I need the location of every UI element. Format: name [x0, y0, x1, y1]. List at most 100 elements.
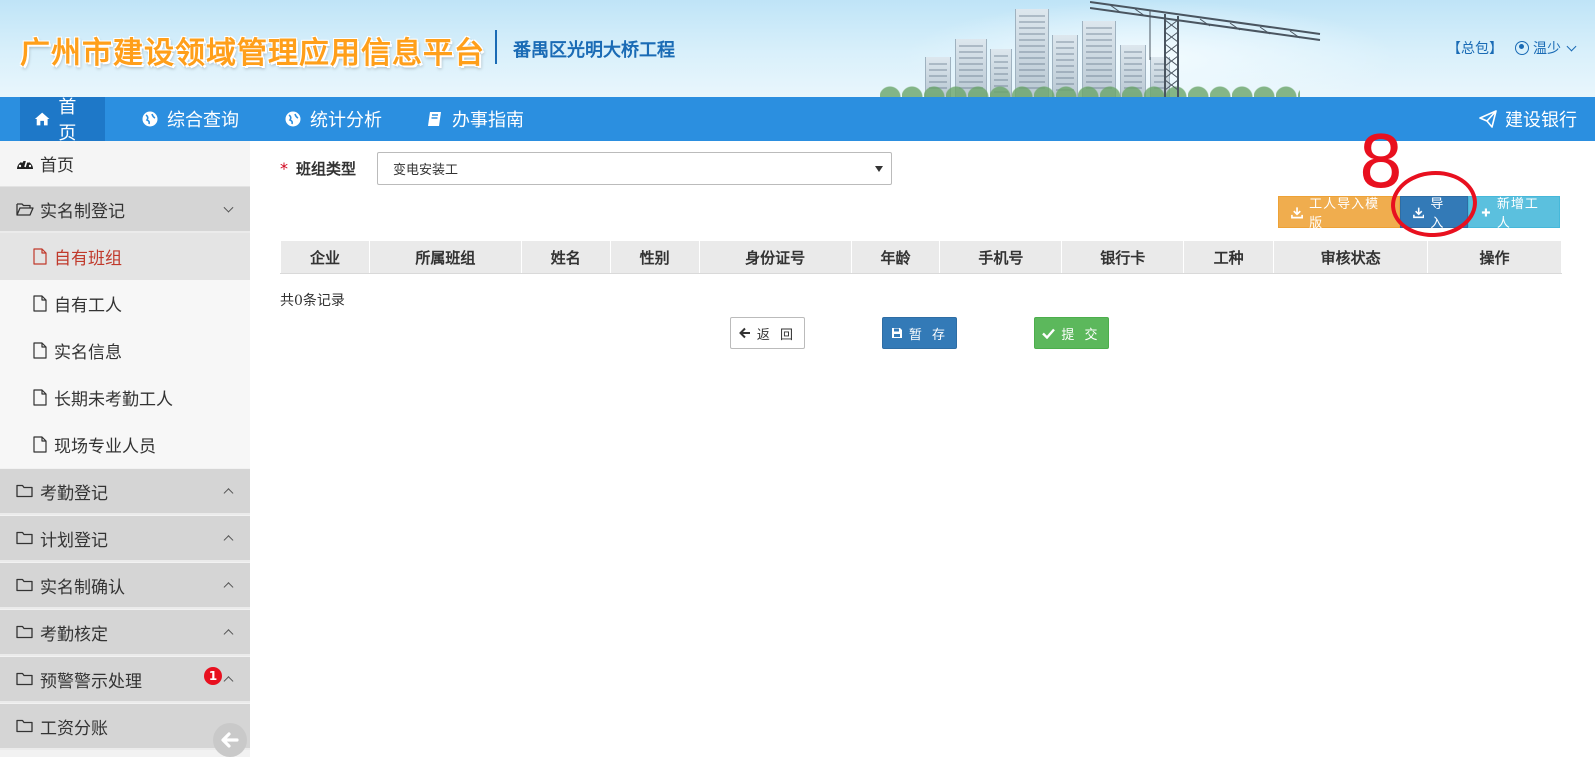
floppy-disk-icon: [891, 328, 902, 338]
user-circle-icon: [1515, 41, 1529, 55]
nav-item-query[interactable]: 综合查询: [127, 97, 253, 141]
title-divider: [495, 30, 497, 64]
dashboard-icon: [17, 159, 33, 169]
back-button[interactable]: 返 回: [730, 317, 805, 349]
add-worker-button[interactable]: 新增工人: [1468, 196, 1560, 231]
notification-badge: 1: [204, 667, 222, 685]
sidebar-sub-label: 长期未考勤工人: [54, 390, 173, 410]
column-header: 企业: [280, 240, 370, 274]
sidebar-collapse-button[interactable]: [213, 723, 247, 757]
file-icon: [33, 389, 47, 406]
header-user-area: 【总包】 温少: [1447, 38, 1577, 58]
sidebar-sub-label: 自有工人: [54, 296, 122, 316]
chevron-up-icon: [223, 535, 234, 546]
column-header: 性别: [609, 240, 700, 274]
sidebar-sub-realname-info[interactable]: 实名信息: [0, 327, 250, 374]
sidebar-sub-label: 实名信息: [54, 343, 122, 363]
record-count: 共0条记录: [280, 293, 345, 309]
column-header: 银行卡: [1061, 240, 1185, 274]
home-icon: [34, 112, 50, 126]
file-icon: [33, 436, 47, 453]
folder-icon: [16, 625, 33, 639]
column-header: 手机号: [939, 240, 1063, 274]
crane-illustration: [1090, 1, 1321, 97]
sidebar-group-label: 预警警示处理: [40, 671, 142, 692]
column-header: 所属班组: [368, 240, 522, 274]
column-header: 姓名: [520, 240, 611, 274]
button-label: 暂 存: [908, 327, 949, 343]
sidebar-sub-own-team[interactable]: 自有班组: [0, 233, 250, 280]
file-icon: [33, 248, 47, 265]
folder-icon: [16, 719, 33, 733]
caret-down-icon: [875, 166, 883, 172]
paper-plane-icon: [1479, 110, 1497, 128]
sidebar-group-realname-confirm[interactable]: 实名制确认: [0, 563, 250, 609]
team-type-label: 班组类型: [296, 160, 357, 178]
team-type-select[interactable]: 变电安装工: [377, 152, 892, 185]
sidebar-group-label: 工资分账: [40, 718, 108, 739]
folder-open-icon: [16, 203, 34, 216]
header-banner: 广州市建设领域管理应用信息平台 番禺区光明大桥工程 【总包】 温少: [0, 0, 1595, 97]
nav-item-label: 统计分析: [310, 110, 382, 131]
chevron-down-icon: [1566, 41, 1577, 51]
sidebar-group-label: 考勤登记: [40, 483, 108, 504]
sidebar-sub-label: 自有班组: [54, 249, 122, 269]
file-icon: [33, 342, 47, 359]
sidebar-group-warning-handling[interactable]: 预警警示处理 1: [0, 657, 250, 703]
nav-bank-label: 建设银行: [1505, 110, 1577, 131]
sidebar-item-home[interactable]: 首页: [0, 141, 250, 187]
sidebar-sub-onsite-professionals[interactable]: 现场专业人员: [0, 421, 250, 468]
sidebar-group-label: 计划登记: [40, 530, 108, 551]
globe-icon: [142, 111, 158, 127]
team-type-row: * 班组类型 变电安装工: [280, 152, 892, 185]
sidebar: 首页 实名制登记 自有班组 自有工人 实名信息 长期未考勤工人 现场专业人员 考…: [0, 141, 250, 757]
chevron-up-icon: [223, 582, 234, 593]
sidebar-sub-own-workers[interactable]: 自有工人: [0, 280, 250, 327]
column-header: 年龄: [850, 240, 941, 274]
site-title: 广州市建设领域管理应用信息平台: [20, 36, 485, 71]
file-icon: [33, 295, 47, 312]
required-mark: *: [280, 159, 288, 178]
sidebar-group-label: 考勤核定: [40, 624, 108, 645]
nav-bank-link[interactable]: 建设银行: [1479, 97, 1577, 141]
plus-icon: [1481, 207, 1490, 217]
project-name: 番禺区光明大桥工程: [513, 40, 675, 61]
nav-item-home[interactable]: 首页: [20, 97, 105, 144]
sidebar-group-attendance-register[interactable]: 考勤登记: [0, 469, 250, 515]
nav-item-guide[interactable]: 办事指南: [412, 97, 538, 141]
save-draft-button[interactable]: 暂 存: [882, 317, 957, 349]
nav-item-label: 综合查询: [167, 110, 239, 131]
user-menu[interactable]: 温少: [1515, 38, 1577, 58]
contractor-link[interactable]: 【总包】: [1447, 38, 1503, 58]
column-header: 工种: [1183, 240, 1275, 274]
nav-item-label: 首页: [58, 97, 77, 144]
button-label: 新增工人: [1496, 197, 1539, 231]
sidebar-group-label: 实名制登记: [40, 201, 125, 222]
sidebar-group-plan-register[interactable]: 计划登记: [0, 516, 250, 562]
button-label: 提 交: [1061, 327, 1101, 343]
folder-icon: [16, 672, 33, 686]
sidebar-group-realname-register[interactable]: 实名制登记: [0, 187, 250, 233]
submit-button[interactable]: 提 交: [1034, 317, 1109, 349]
column-header: 身份证号: [698, 240, 852, 274]
column-header: 审核状态: [1273, 240, 1429, 274]
arrow-left-icon: [221, 732, 239, 748]
chevron-up-icon: [223, 629, 234, 640]
chevron-up-icon: [223, 488, 234, 499]
download-icon: [1291, 206, 1303, 218]
book-icon: [428, 112, 441, 126]
sidebar-sub-long-absent-workers[interactable]: 长期未考勤工人: [0, 374, 250, 421]
chevron-down-icon: [223, 202, 234, 213]
nav-item-statistics[interactable]: 统计分析: [270, 97, 396, 141]
sidebar-item-label: 首页: [40, 156, 74, 176]
sidebar-group-attendance-verify[interactable]: 考勤核定: [0, 610, 250, 656]
folder-icon: [16, 531, 33, 545]
button-label: 返 回: [756, 327, 797, 343]
sidebar-group-label: 实名制确认: [40, 577, 125, 598]
main-navbar: 首页 综合查询 统计分析 办事指南 建设银行: [0, 97, 1595, 144]
nav-item-label: 办事指南: [452, 110, 524, 131]
user-name: 温少: [1533, 41, 1561, 57]
check-icon: [1042, 328, 1056, 339]
chevron-up-icon: [223, 676, 234, 687]
sidebar-sub-label: 现场专业人员: [54, 437, 156, 457]
